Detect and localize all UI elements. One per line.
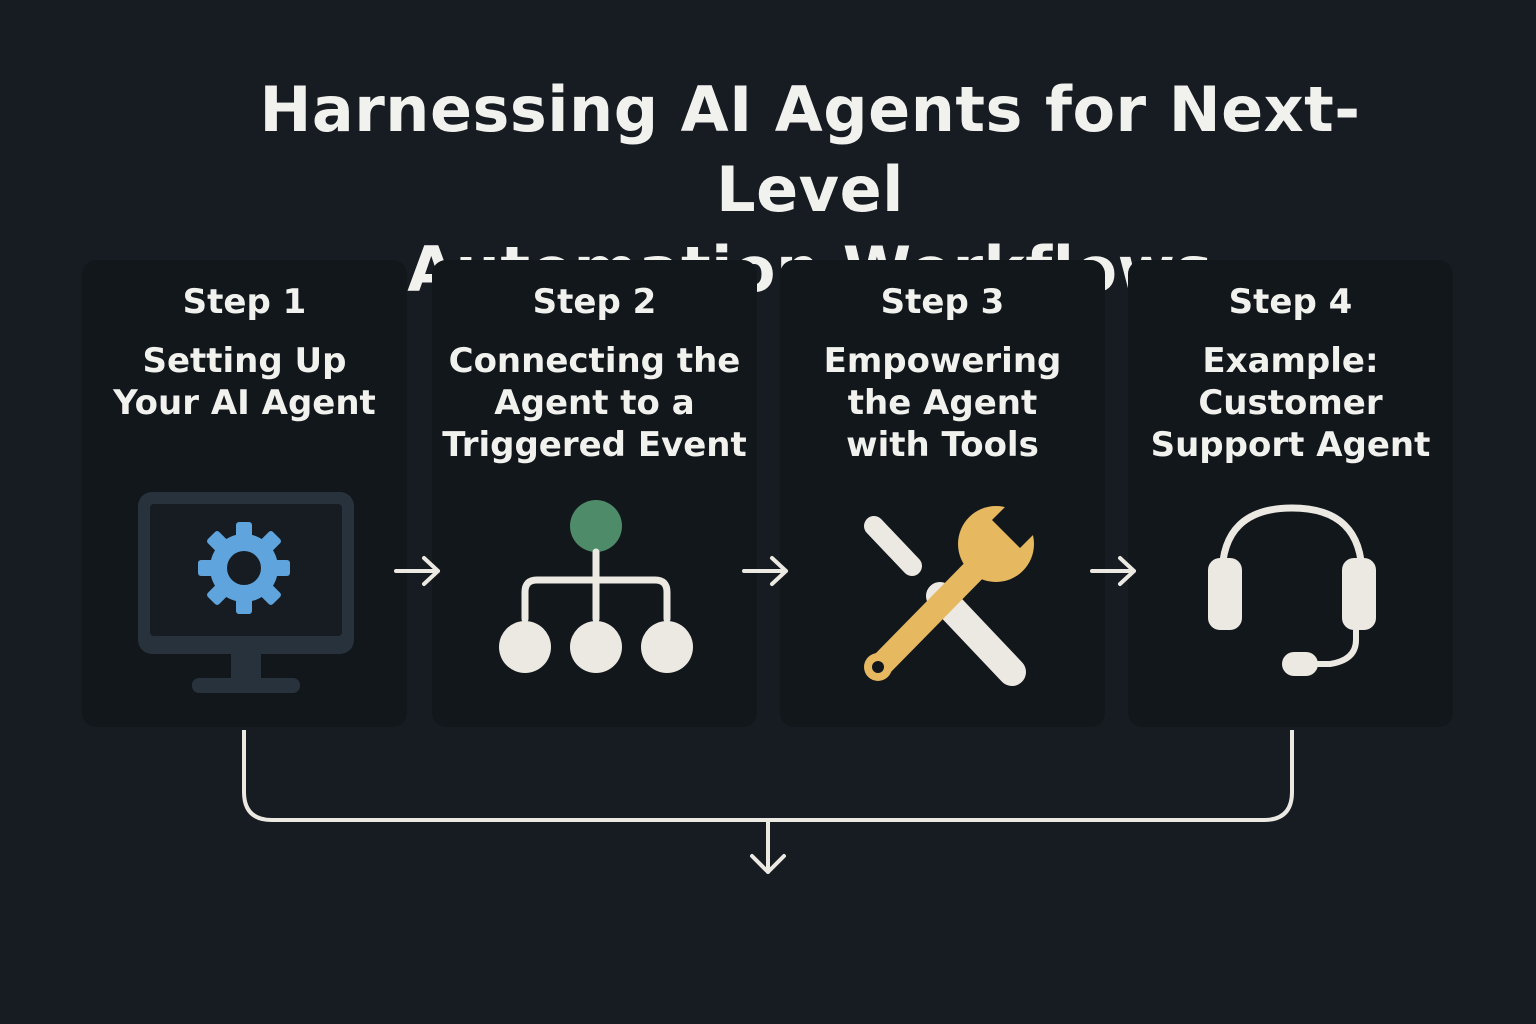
step-2-label: Step 2: [532, 282, 657, 322]
monitor-gear-icon: [138, 492, 354, 693]
step-3-description: Empowering the Agent with Tools: [780, 340, 1105, 466]
step-1-description: Setting Up Your AI Agent: [82, 340, 407, 424]
step-3-desc-line-3: with Tools: [846, 425, 1039, 465]
step-2-description: Connecting the Agent to a Triggered Even…: [432, 340, 757, 466]
step-4-desc-line-1: Example:: [1202, 341, 1379, 381]
step-4-desc-line-3: Support Agent: [1150, 425, 1431, 465]
arrow-right-icon-2: [742, 556, 788, 586]
step-3-desc-line-2: the Agent: [847, 383, 1038, 423]
step-3-label: Step 3: [880, 282, 1005, 322]
step-4-desc-line-2: Customer: [1198, 383, 1383, 423]
step-4-description: Example: Customer Support Agent: [1128, 340, 1453, 466]
hierarchy-icon: [499, 500, 693, 673]
arrow-down-icon: [750, 820, 786, 874]
step-4-label: Step 4: [1228, 282, 1353, 322]
tools-icon: [864, 504, 1038, 686]
step-card-3: Step 3 Empowering the Agent with Tools: [780, 260, 1105, 727]
step-1-desc-line-2: Your AI Agent: [113, 383, 376, 423]
step-card-2: Step 2 Connecting the Agent to a Trigger…: [432, 260, 757, 727]
step-card-1: Step 1 Setting Up Your AI Agent: [82, 260, 407, 727]
step-1-desc-line-1: Setting Up: [142, 341, 347, 381]
step-3-desc-line-1: Empowering: [823, 341, 1062, 381]
headset-icon: [1208, 504, 1376, 676]
step-1-label: Step 1: [182, 282, 307, 322]
arrow-right-icon-1: [394, 556, 440, 586]
step-2-desc-line-3: Triggered Event: [442, 425, 747, 465]
arrow-right-icon-3: [1090, 556, 1136, 586]
step-2-desc-line-1: Connecting the: [448, 341, 741, 381]
title-line-1: Harnessing AI Agents for Next-Level: [259, 73, 1361, 226]
step-2-desc-line-2: Agent to a: [494, 383, 695, 423]
step-card-4: Step 4 Example: Customer Support Agent: [1128, 260, 1453, 727]
